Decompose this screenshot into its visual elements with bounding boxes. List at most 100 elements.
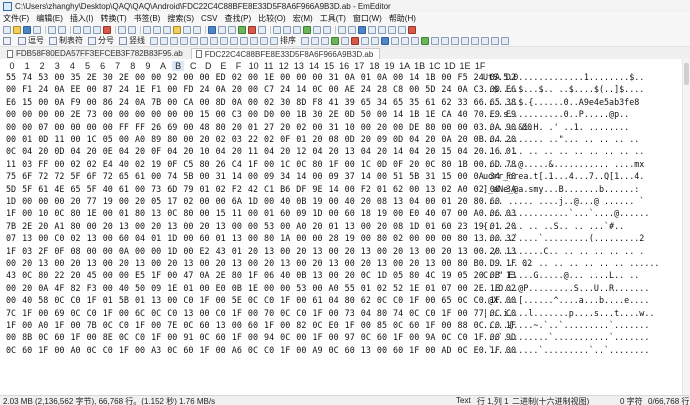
hex-bytes[interactable]: E6 15 00 0A F9 00 86 24 0A 7B 00 CA 00 8… xyxy=(6,97,516,107)
column-icon[interactable] xyxy=(501,36,509,45)
filter-clear-icon[interactable] xyxy=(341,36,349,45)
ascii-text[interactable]: .@X....[......^....a...b....e.... xyxy=(483,295,649,305)
ascii-text[interactable]: . .O...@P.........S...U..R....... xyxy=(483,283,649,293)
hex-row[interactable]: 1F 00 10 0C 80 1E 00 01 80 13 0C 80 00 1… xyxy=(0,208,690,220)
menu-file[interactable]: 文件(F) xyxy=(3,13,29,24)
marks-icon[interactable] xyxy=(218,25,226,34)
zoom-out-icon[interactable] xyxy=(348,25,356,34)
filter-apply-icon[interactable] xyxy=(331,36,339,45)
csv-option-icon[interactable] xyxy=(260,36,268,45)
hex-row[interactable]: 00 40 58 0C C0 1F 01 5B 01 13 00 C0 1F 0… xyxy=(0,295,690,307)
ascii-text[interactable]: .......$.{......0..A9e4e5ab3fe8 xyxy=(483,97,639,107)
hex-bytes[interactable]: 00 40 58 0C C0 1F 01 5B 01 13 00 C0 1F 0… xyxy=(6,295,516,305)
snippets-icon[interactable] xyxy=(388,25,396,34)
menu-insert[interactable]: 插入(I) xyxy=(70,13,94,24)
csv-option-icon[interactable] xyxy=(170,36,178,45)
delete-icon[interactable] xyxy=(103,25,111,34)
stop-icon[interactable] xyxy=(408,25,416,34)
menu-csv[interactable]: CSV xyxy=(201,14,217,23)
tab-file-2[interactable]: FDC22C4C88BFE8E33D5F8A6F966A9B3D.ab xyxy=(190,48,381,59)
sort-button[interactable]: 排序 xyxy=(280,35,296,46)
hex-row[interactable]: 00 00 07 00 00 00 00 FF FF 26 69 00 48 8… xyxy=(0,122,690,134)
find-next-icon[interactable] xyxy=(153,25,161,34)
ascii-text[interactable]: ............ .."... .. .. .. .. xyxy=(483,134,639,144)
hex-bytes[interactable]: 1F 00 A0 1F 00 7B 0C C0 1F 00 7E 0C 60 1… xyxy=(6,320,516,330)
copy-icon[interactable] xyxy=(83,25,91,34)
properties-icon[interactable] xyxy=(313,25,321,34)
find-prev-icon[interactable] xyxy=(163,25,171,34)
menu-convert[interactable]: 转换(T) xyxy=(100,13,126,24)
hex-row[interactable]: 00 01 0D 11 00 1C 05 00 A0 89 80 00 20 0… xyxy=(0,134,690,146)
hex-bytes[interactable]: 1D 00 00 00 20 77 19 00 20 05 17 02 00 0… xyxy=(6,196,500,206)
menu-tools[interactable]: 工具(T) xyxy=(320,13,346,24)
run-macro-icon[interactable] xyxy=(238,25,246,34)
ascii-text[interactable]: .....{....~.`..`.........`....... xyxy=(483,320,649,330)
csv-pipe-button[interactable]: 竖线 xyxy=(119,35,145,46)
view-icon[interactable] xyxy=(358,25,366,34)
menu-view[interactable]: 查找(P) xyxy=(224,13,251,24)
column-icon[interactable] xyxy=(441,36,449,45)
menu-window[interactable]: 窗口(W) xyxy=(353,13,382,24)
csv-option-icon[interactable] xyxy=(160,36,168,45)
column-icon[interactable] xyxy=(381,36,389,45)
find-icon[interactable] xyxy=(143,25,151,34)
column-icon[interactable] xyxy=(391,36,399,45)
csv-option-icon[interactable] xyxy=(240,36,248,45)
ascii-text[interactable]: ...`.........`...........`....... xyxy=(483,332,649,342)
print-preview-icon[interactable] xyxy=(58,25,66,34)
hex-row[interactable]: 55 74 53 00 35 2E 30 2E 00 00 92 00 00 E… xyxy=(0,72,690,84)
csv-tab-button[interactable]: 制表符 xyxy=(49,35,83,46)
print-icon[interactable] xyxy=(48,25,56,34)
column-icon[interactable] xyxy=(411,36,419,45)
sort-asc-icon[interactable] xyxy=(301,36,309,45)
ascii-text[interactable]: .................`...`....@...... xyxy=(483,208,649,218)
ascii-text[interactable]: .`.........`.........`..`........ xyxy=(483,345,649,355)
explorer-icon[interactable] xyxy=(378,25,386,34)
hex-bytes[interactable]: 0C 60 1F 00 A0 0C C0 1F 00 A3 0C 60 1F 0… xyxy=(6,345,516,355)
hex-bytes[interactable]: 5D 5F 61 4E 65 5F 40 61 00 73 6D 79 01 0… xyxy=(6,184,516,194)
column-icon[interactable] xyxy=(401,36,409,45)
menu-macros[interactable]: 宏(M) xyxy=(293,13,313,24)
ascii-text[interactable]: ......`....`.........(.........2 xyxy=(483,233,644,243)
ascii-text[interactable]: .... ..... ....j..@...@ ...... ` xyxy=(483,196,644,206)
csv-option-icon[interactable] xyxy=(230,36,238,45)
compare-icon[interactable] xyxy=(303,25,311,34)
plugin-icon[interactable] xyxy=(398,25,406,34)
hex-row[interactable]: 1D 00 00 00 20 77 19 00 20 05 17 02 00 0… xyxy=(0,196,690,208)
new-file-icon[interactable] xyxy=(3,25,11,34)
redo-icon[interactable] xyxy=(128,25,136,34)
split-window-icon[interactable] xyxy=(273,25,281,34)
hex-bytes[interactable]: 00 00 00 00 2E 73 00 00 00 00 00 00 15 0… xyxy=(6,109,516,119)
highlight-icon[interactable] xyxy=(173,25,181,34)
ascii-text[interactable]: ../.........C.. .. .. .. .. .. . xyxy=(483,246,644,256)
hex-row[interactable]: 00 00 00 00 2E 73 00 00 00 00 00 00 15 0… xyxy=(0,109,690,121)
save-all-icon[interactable] xyxy=(33,25,41,34)
hex-bytes[interactable]: 7C 1F 00 69 0C C0 1F 00 6C 0C C0 13 00 C… xyxy=(6,308,516,318)
hex-bytes[interactable]: 1F 00 10 0C 80 1E 00 01 80 13 0C 80 00 1… xyxy=(6,208,516,218)
hex-row[interactable]: 7C 1F 00 69 0C C0 1F 00 6C 0C C0 13 00 C… xyxy=(0,308,690,320)
csv-option-icon[interactable] xyxy=(270,36,278,45)
hex-row[interactable]: 00 20 13 00 20 13 00 20 13 00 20 13 00 2… xyxy=(0,258,690,270)
column-icon[interactable] xyxy=(361,36,369,45)
hex-row[interactable]: 7B 2E 20 A1 80 00 20 13 00 20 13 00 20 1… xyxy=(0,221,690,233)
csv-semicolon-button[interactable]: 分号 xyxy=(88,35,114,46)
tile-icon[interactable] xyxy=(283,25,291,34)
status-encoding[interactable]: 二进制(十六进制视图) xyxy=(512,396,589,405)
column-icon[interactable] xyxy=(421,36,429,45)
hex-row[interactable]: 00 F1 24 0A EE 00 87 24 1E F1 00 FD 24 0… xyxy=(0,84,690,96)
hex-row[interactable]: 43 0C 80 22 20 45 00 00 E5 1F 00 47 0A 2… xyxy=(0,270,690,282)
outline-icon[interactable] xyxy=(368,25,376,34)
hex-bytes[interactable]: 00 20 13 00 20 13 00 20 13 00 20 13 00 2… xyxy=(6,258,532,268)
column-icon[interactable] xyxy=(461,36,469,45)
zoom-in-icon[interactable] xyxy=(338,25,346,34)
save-icon[interactable] xyxy=(23,25,31,34)
hex-bytes[interactable]: 00 F1 24 0A EE 00 87 24 1E F1 00 FD 24 0… xyxy=(6,84,516,94)
ascii-text[interactable]: .. .. .. .. .. .. .. .. .. .. .. xyxy=(483,146,644,156)
hex-row[interactable]: 1F 00 A0 1F 00 7B 0C C0 1F 00 7E 0C 60 1… xyxy=(0,320,690,332)
hex-bytes[interactable]: 00 20 0A 4F 82 F3 00 40 50 09 1E 01 00 E… xyxy=(6,283,516,293)
status-position[interactable]: 行 1,列 1 xyxy=(477,396,509,405)
status-mode[interactable]: Text xyxy=(456,396,471,405)
csv-comma-button[interactable]: 逗号 xyxy=(18,35,44,46)
find-in-files-icon[interactable] xyxy=(193,25,201,34)
column-icon[interactable] xyxy=(471,36,479,45)
